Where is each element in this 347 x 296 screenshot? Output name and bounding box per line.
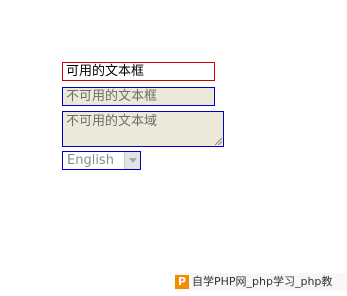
select-dropdown-button [124,152,140,169]
disabled-textarea: 不可用的文本域 [62,111,224,147]
php-logo-icon: P [175,275,189,289]
page: 可用的文本框 不可用的文本框 不可用的文本域 English P 自学PHP网_… [0,0,347,296]
watermark-text: 自学PHP网_php学习_php教 [192,275,333,288]
disabled-textarea-text: 不可用的文本域 [66,114,158,129]
chevron-down-icon [128,158,137,163]
watermark: P 自学PHP网_php学习_php教 [175,273,347,291]
disabled-text-input: 不可用的文本框 [62,87,215,106]
language-select-value: English [67,153,114,168]
enabled-text-input[interactable]: 可用的文本框 [62,62,215,81]
resize-grip-icon [215,138,222,145]
language-select: English [62,151,141,170]
